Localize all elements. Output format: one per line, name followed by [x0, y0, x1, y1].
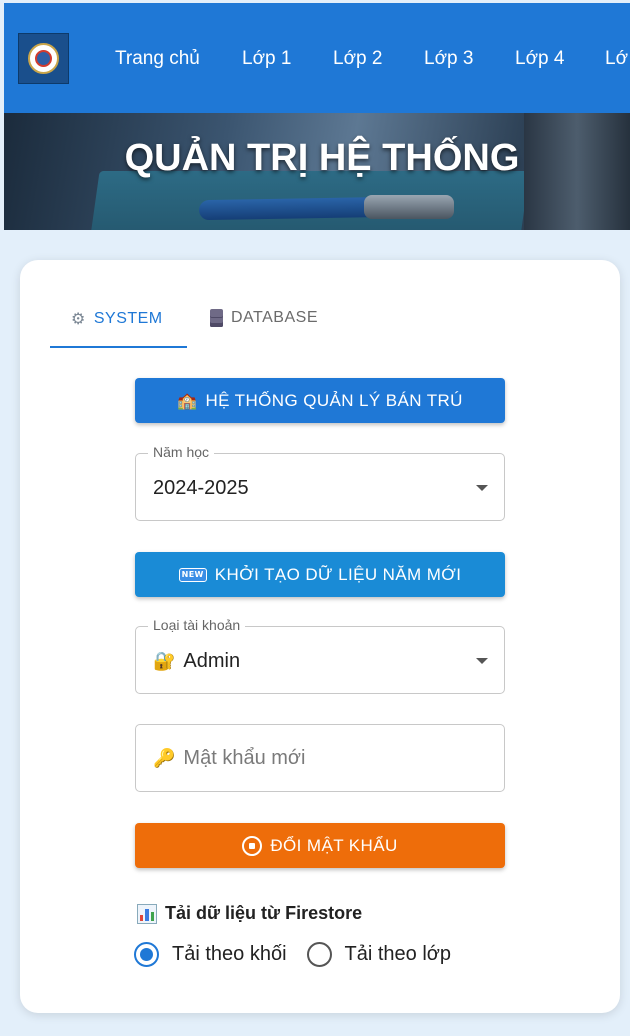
- radio-checked-icon[interactable]: [134, 942, 159, 967]
- new-password-placeholder: Mật khẩu mới: [183, 747, 306, 769]
- database-icon: [210, 309, 223, 327]
- banner-pen-clip-image: [364, 195, 454, 219]
- radio-load-by-grade-label: Tải theo khối: [172, 943, 287, 965]
- change-password-button-label: ĐỔI MẬT KHẨU: [270, 835, 398, 855]
- tab-system-label: SYSTEM: [93, 309, 163, 327]
- hero-banner: QUẢN TRỊ HỆ THỐNG: [4, 113, 630, 230]
- nav-menu: Trang chủ Lớp 1 Lớp 2 Lớp 3 Lớp 4 Lớ: [4, 3, 630, 113]
- school-year-label: Năm học: [148, 444, 215, 460]
- nav-item-class-3[interactable]: Lớp 3: [424, 48, 473, 70]
- load-mode-radio-group: Tải theo khối Tải theo lớp: [134, 942, 451, 967]
- chevron-down-icon: [476, 658, 488, 664]
- nav-item-class-2[interactable]: Lớp 2: [333, 48, 382, 70]
- radio-load-by-class-label: Tải theo lớp: [344, 943, 452, 965]
- radio-load-by-grade[interactable]: Tải theo khối: [134, 942, 287, 967]
- boarding-system-button[interactable]: 🏫 HỆ THỐNG QUẢN LÝ BÁN TRÚ: [135, 378, 505, 423]
- radio-unchecked-icon[interactable]: [306, 942, 332, 967]
- page-title: QUẢN TRỊ HỆ THỐNG: [124, 137, 520, 179]
- school-year-select[interactable]: Năm học 2024-2025: [135, 444, 505, 521]
- tab-database-label: DATABASE: [231, 309, 318, 326]
- key-icon: 🔑: [153, 748, 176, 769]
- admin-card: ⚙ SYSTEM DATABASE 🏫 HỆ THỐNG QUẢN LÝ BÁN…: [20, 260, 620, 1013]
- reset-lock-icon: [242, 835, 263, 856]
- firestore-title: Tải dữ liệu từ Firestore: [165, 903, 363, 923]
- nav-item-class-5[interactable]: Lớ: [605, 48, 628, 70]
- new-icon: NEW: [178, 567, 207, 582]
- active-tab-indicator: [50, 346, 187, 348]
- school-year-value: 2024-2025: [153, 477, 249, 499]
- firestore-section-title: Tải dữ liệu từ Firestore: [137, 903, 362, 924]
- school-icon: 🏫: [177, 391, 198, 410]
- new-password-field[interactable]: 🔑 Mật khẩu mới: [135, 724, 505, 792]
- tab-database[interactable]: DATABASE: [210, 309, 318, 327]
- top-navbar: Trang chủ Lớp 1 Lớp 2 Lớp 3 Lớp 4 Lớ: [4, 3, 630, 113]
- change-password-button[interactable]: ĐỔI MẬT KHẨU: [135, 823, 505, 868]
- chevron-down-icon: [476, 485, 488, 491]
- boarding-system-button-label: HỆ THỐNG QUẢN LÝ BÁN TRÚ: [205, 390, 463, 410]
- init-new-year-button[interactable]: NEW KHỞI TẠO DỮ LIỆU NĂM MỚI: [135, 552, 505, 597]
- nav-item-class-4[interactable]: Lớp 4: [515, 48, 564, 70]
- account-type-select[interactable]: Loại tài khoản 🔐 Admin: [135, 617, 505, 694]
- radio-load-by-class[interactable]: Tải theo lớp: [306, 942, 452, 967]
- account-type-label: Loại tài khoản: [148, 617, 246, 633]
- gear-icon: ⚙: [71, 309, 86, 328]
- tab-system[interactable]: ⚙ SYSTEM: [71, 309, 163, 328]
- lock-icon: 🔐: [153, 651, 176, 672]
- bar-chart-icon: [137, 903, 157, 924]
- nav-item-home[interactable]: Trang chủ: [115, 48, 200, 70]
- new-password-input-wrap[interactable]: 🔑 Mật khẩu mới: [153, 747, 305, 770]
- account-type-value: Admin: [183, 650, 241, 672]
- init-new-year-button-label: KHỞI TẠO DỮ LIỆU NĂM MỚI: [214, 564, 462, 584]
- nav-item-class-1[interactable]: Lớp 1: [242, 48, 291, 70]
- account-type-value-wrap: 🔐 Admin: [153, 650, 240, 673]
